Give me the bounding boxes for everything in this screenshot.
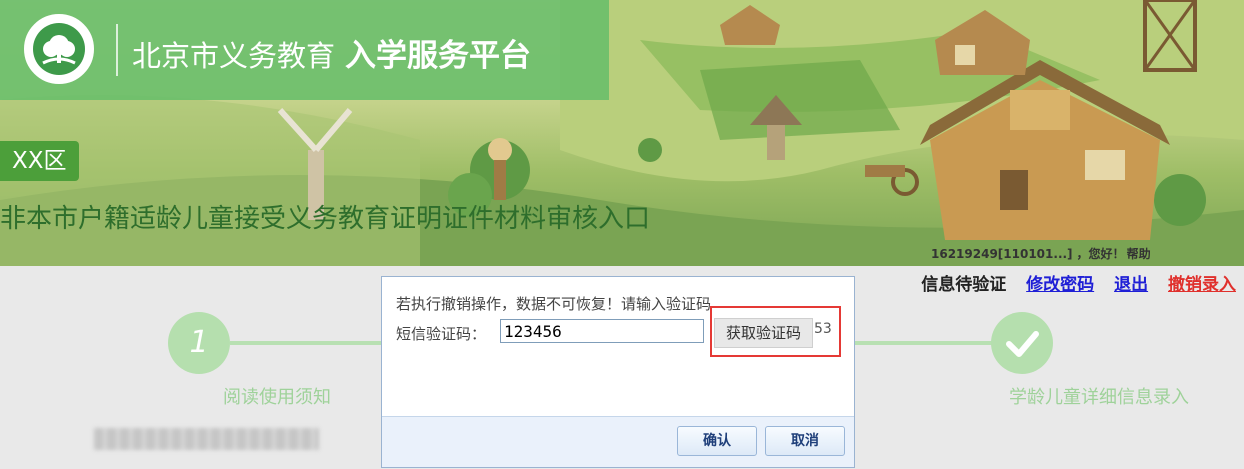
step-connector bbox=[855, 341, 995, 345]
checkmark-icon bbox=[1006, 331, 1039, 357]
step-2-label: 学龄儿童详细信息录入 bbox=[1009, 387, 1189, 408]
site-name-bold: 入学服务平台 bbox=[345, 38, 532, 74]
header-banner: 北京市义务教育 入学服务平台 XX区 非本市户籍适龄儿童接受义务教育证明证件材料审… bbox=[0, 0, 1244, 266]
dialog-message: 若执行撤销操作，数据不可恢复！请输入验证码 bbox=[396, 295, 712, 313]
revoke-entry-link[interactable]: 撤销录入 bbox=[1168, 275, 1236, 295]
verification-status: 信息待验证 bbox=[921, 275, 1007, 295]
revoke-confirm-dialog: 若执行撤销操作，数据不可恢复！请输入验证码 短信验证码： 获取验证码 53 确认… bbox=[381, 276, 855, 468]
district-badge: XX区 bbox=[0, 141, 79, 181]
user-bar: 16219249[110101...] ，您好！ 帮助 bbox=[931, 245, 1155, 262]
dialog-footer: 确认 取消 bbox=[382, 416, 854, 467]
step-1-label: 阅读使用须知 bbox=[223, 387, 331, 408]
page-title: 非本市户籍适龄儿童接受义务教育证明证件材料审核入口 bbox=[0, 204, 651, 234]
highlight-box bbox=[710, 306, 841, 357]
sms-code-input[interactable] bbox=[500, 319, 704, 343]
logout-link[interactable]: 退出 bbox=[1114, 275, 1148, 295]
step-connector bbox=[230, 341, 390, 345]
tree-icon bbox=[33, 23, 85, 75]
account-actions: 信息待验证 修改密码 退出 撤销录入 bbox=[907, 270, 1236, 295]
step-complete-circle bbox=[991, 312, 1053, 374]
user-account: 16219249[110101...] bbox=[931, 247, 1073, 261]
user-greeting: ，您好！ bbox=[1076, 247, 1125, 261]
help-link[interactable]: 帮助 bbox=[1127, 247, 1151, 261]
site-name: 北京市义务教育 入学服务平台 bbox=[132, 30, 531, 75]
blurred-section-title bbox=[94, 428, 319, 450]
step-1-circle: 1 bbox=[168, 312, 230, 374]
site-name-regular: 北京市义务教育 bbox=[132, 39, 336, 73]
sms-code-label: 短信验证码： bbox=[396, 325, 487, 343]
logo-divider bbox=[116, 24, 118, 76]
platform-logo bbox=[24, 14, 94, 84]
cancel-button[interactable]: 取消 bbox=[765, 426, 845, 456]
confirm-button[interactable]: 确认 bbox=[677, 426, 757, 456]
logo-bar: 北京市义务教育 入学服务平台 bbox=[0, 0, 609, 100]
change-password-link[interactable]: 修改密码 bbox=[1026, 275, 1094, 295]
